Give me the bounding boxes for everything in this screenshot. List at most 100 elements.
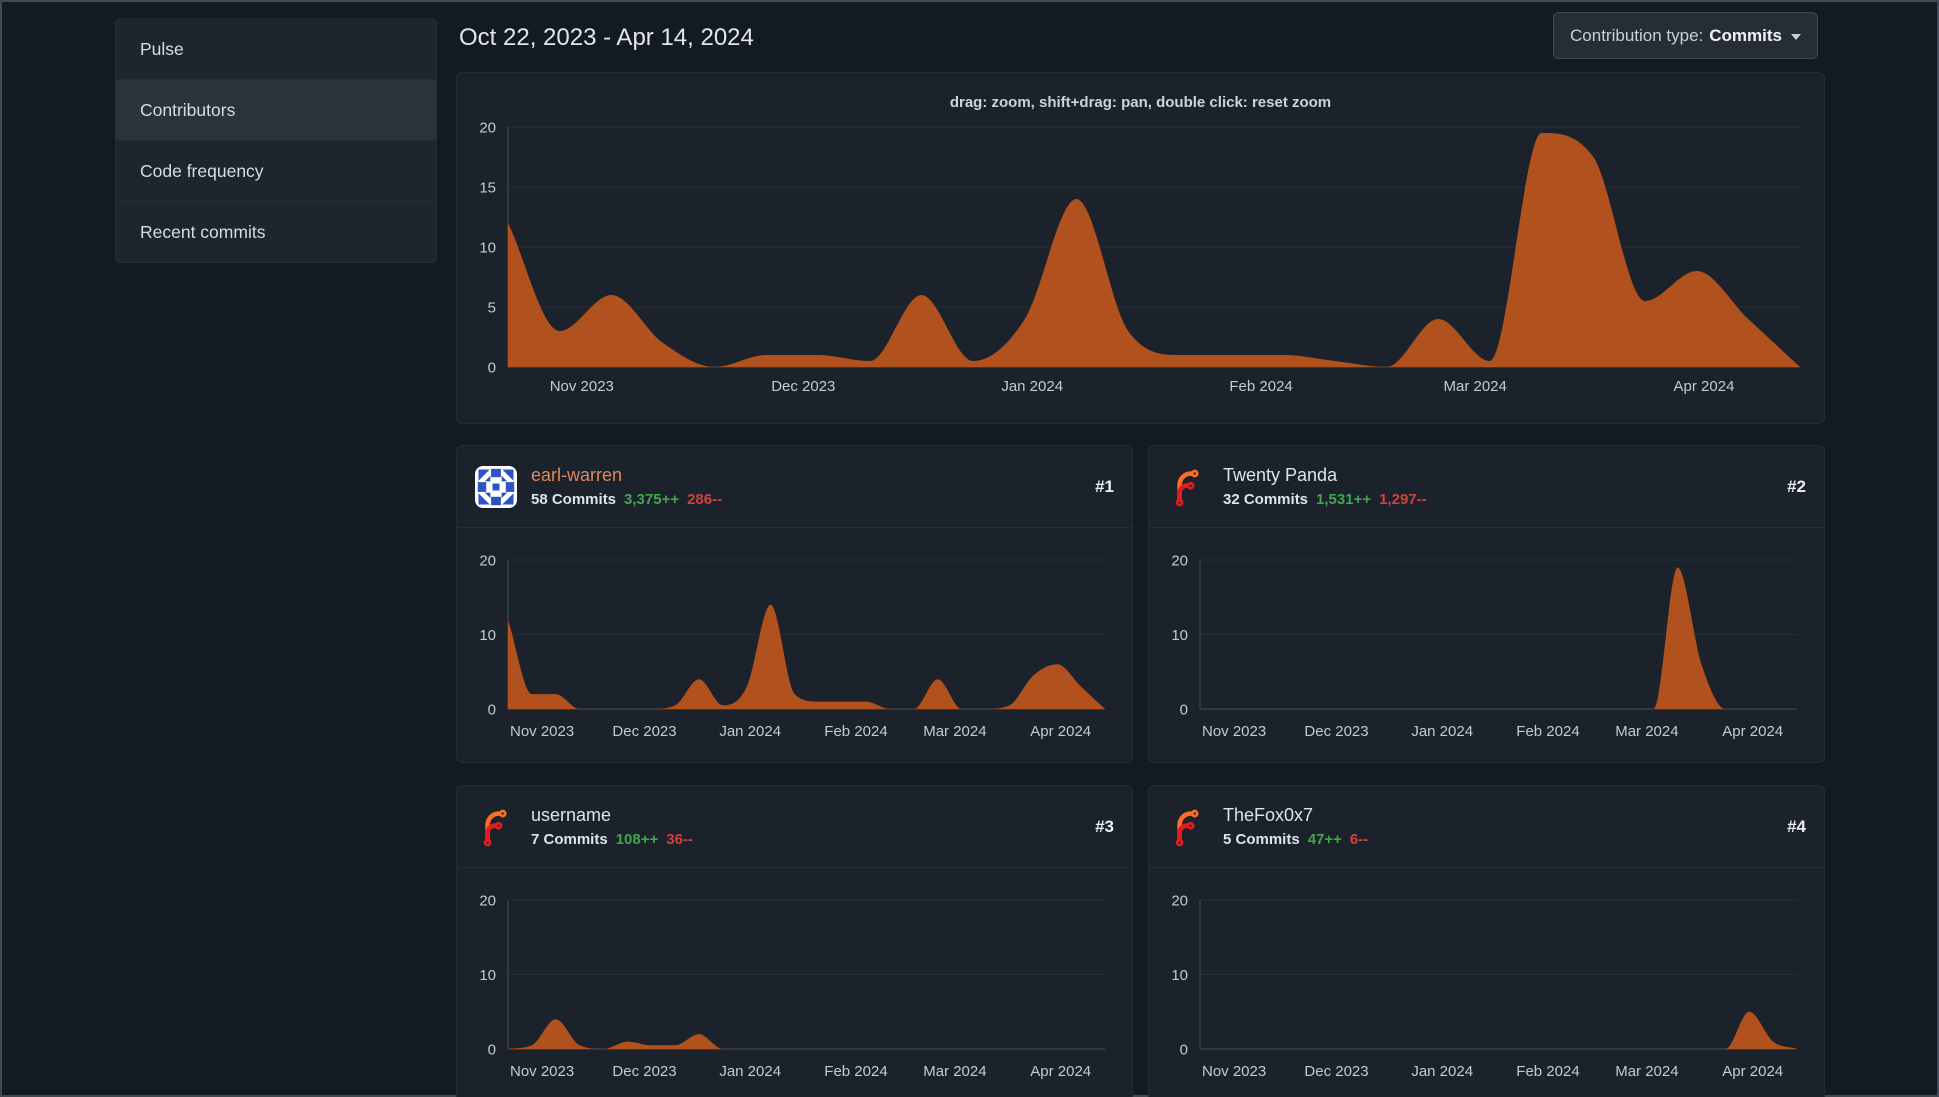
- sidebar-item-recent-commits[interactable]: Recent commits: [116, 201, 436, 262]
- svg-text:Feb 2024: Feb 2024: [824, 723, 887, 740]
- commit-count: 7 Commits: [531, 830, 608, 848]
- contributor-card-header: Twenty Panda 32 Commits 1,531++ 1,297-- …: [1149, 446, 1824, 528]
- svg-text:0: 0: [488, 701, 496, 718]
- contributor-info: Twenty Panda 32 Commits 1,531++ 1,297--: [1223, 465, 1773, 508]
- commit-count: 58 Commits: [531, 490, 617, 508]
- svg-text:Dec 2023: Dec 2023: [612, 1063, 676, 1080]
- rank-badge: #2: [1787, 476, 1806, 496]
- contributor-card-header: TheFox0x7 5 Commits 47++ 6-- #4: [1149, 786, 1824, 868]
- commit-count: 5 Commits: [1223, 830, 1300, 848]
- svg-text:Nov 2023: Nov 2023: [510, 1063, 574, 1080]
- svg-text:Apr 2024: Apr 2024: [1722, 1063, 1783, 1080]
- contribution-type-value: Commits: [1709, 25, 1782, 45]
- svg-text:Nov 2023: Nov 2023: [1202, 1063, 1266, 1080]
- svg-text:Mar 2024: Mar 2024: [923, 1063, 986, 1080]
- svg-text:Feb 2024: Feb 2024: [824, 1063, 887, 1080]
- contributors-page: Pulse Contributors Code frequency Recent…: [0, 0, 1939, 1097]
- svg-text:Feb 2024: Feb 2024: [1516, 723, 1579, 740]
- svg-text:Mar 2024: Mar 2024: [1444, 378, 1507, 395]
- svg-text:Feb 2024: Feb 2024: [1229, 378, 1292, 395]
- svg-text:Dec 2023: Dec 2023: [771, 378, 835, 395]
- commit-count: 32 Commits: [1223, 490, 1309, 508]
- svg-text:Apr 2024: Apr 2024: [1722, 723, 1783, 740]
- svg-text:10: 10: [479, 967, 496, 984]
- svg-text:15: 15: [479, 179, 496, 196]
- svg-text:20: 20: [479, 552, 496, 569]
- dropdown-caret-icon: [1791, 33, 1801, 45]
- svg-text:10: 10: [1171, 627, 1188, 644]
- contributor-name: username: [531, 805, 612, 826]
- contributor-chart[interactable]: 0 10 20 Nov 2023 Dec 2023 Jan 2024 Feb 2024 Mar…: [1149, 868, 1826, 1097]
- svg-text:20: 20: [1171, 892, 1188, 909]
- svg-text:Jan 2024: Jan 2024: [719, 1063, 781, 1080]
- svg-text:10: 10: [479, 627, 496, 644]
- svg-text:20: 20: [479, 892, 496, 909]
- svg-text:Dec 2023: Dec 2023: [1304, 1063, 1368, 1080]
- forgejo-logo-avatar: [1175, 469, 1199, 506]
- contribution-type-label: Contribution type:: [1570, 25, 1704, 45]
- contribution-type-dropdown[interactable]: Contribution type: Commits: [1553, 12, 1818, 59]
- svg-text:Apr 2024: Apr 2024: [1030, 723, 1091, 740]
- svg-text:Nov 2023: Nov 2023: [550, 378, 614, 395]
- svg-text:Mar 2024: Mar 2024: [923, 723, 986, 740]
- additions-count: 3,375++: [624, 490, 680, 508]
- svg-text:Dec 2023: Dec 2023: [1304, 723, 1368, 740]
- contributor-card-header: earl-warren 58 Commits 3,375++ 286-- #1: [457, 446, 1132, 528]
- date-range-title: Oct 22, 2023 - Apr 14, 2024: [459, 24, 754, 51]
- additions-count: 47++: [1307, 830, 1342, 848]
- contributions-overall-chart[interactable]: 0 5 10 15 20 Nov 2023 Dec 2023 Jan 2024 Feb 2024…: [457, 73, 1826, 425]
- contributor-card: Twenty Panda 32 Commits 1,531++ 1,297-- …: [1148, 445, 1825, 763]
- deletions-count: 1,297--: [1379, 490, 1427, 508]
- contributor-chart[interactable]: 0 10 20 Nov 2023 Dec 2023 Jan 2024 Feb 2024 Mar…: [1149, 528, 1826, 764]
- svg-text:Dec 2023: Dec 2023: [612, 723, 676, 740]
- svg-text:20: 20: [479, 119, 496, 136]
- svg-text:Jan 2024: Jan 2024: [1411, 1063, 1473, 1080]
- svg-text:Jan 2024: Jan 2024: [1001, 378, 1063, 395]
- deletions-count: 286--: [687, 490, 723, 508]
- svg-text:Apr 2024: Apr 2024: [1674, 378, 1735, 395]
- sidebar-item-code-frequency[interactable]: Code frequency: [116, 140, 436, 201]
- sidebar-item-contributors[interactable]: Contributors: [116, 79, 436, 140]
- contributor-card-header: username 7 Commits 108++ 36-- #3: [457, 786, 1132, 868]
- svg-text:10: 10: [479, 239, 496, 256]
- svg-text:0: 0: [1180, 701, 1188, 718]
- svg-text:0: 0: [1180, 1041, 1188, 1058]
- rank-badge: #3: [1095, 816, 1114, 836]
- contributor-chart[interactable]: 0 10 20 Nov 2023 Dec 2023 Jan 2024 Feb 2024 Mar…: [457, 868, 1134, 1097]
- contributor-stats: 5 Commits 47++ 6--: [1223, 831, 1773, 848]
- contributor-chart[interactable]: 0 10 20 Nov 2023 Dec 2023 Jan 2024 Feb 2024 Mar…: [457, 528, 1134, 764]
- contributor-stats: 58 Commits 3,375++ 286--: [531, 491, 1081, 508]
- sidebar-item-pulse[interactable]: Pulse: [116, 19, 436, 79]
- identicon-avatar: [475, 465, 517, 508]
- svg-text:5: 5: [488, 299, 496, 316]
- rank-badge: #1: [1095, 476, 1114, 496]
- additions-count: 108++: [615, 830, 659, 848]
- rank-badge: #4: [1787, 816, 1806, 836]
- contributor-stats: 32 Commits 1,531++ 1,297--: [1223, 491, 1773, 508]
- svg-text:10: 10: [1171, 967, 1188, 984]
- svg-text:Nov 2023: Nov 2023: [1202, 723, 1266, 740]
- svg-text:20: 20: [1171, 552, 1188, 569]
- contributor-stats: 7 Commits 108++ 36--: [531, 831, 1081, 848]
- svg-text:Mar 2024: Mar 2024: [1615, 723, 1678, 740]
- main-chart-card: drag: zoom, shift+drag: pan, double clic…: [456, 72, 1825, 424]
- contributor-name-link[interactable]: earl-warren: [531, 465, 1081, 487]
- svg-text:Feb 2024: Feb 2024: [1516, 1063, 1579, 1080]
- contributor-name: TheFox0x7: [1223, 805, 1314, 826]
- svg-text:Apr 2024: Apr 2024: [1030, 1063, 1091, 1080]
- forgejo-logo-avatar: [1175, 809, 1199, 846]
- contributor-info: earl-warren 58 Commits 3,375++ 286--: [531, 465, 1081, 508]
- contributor-card: username 7 Commits 108++ 36-- #3 0 10 20 No…: [456, 785, 1133, 1097]
- svg-text:Nov 2023: Nov 2023: [510, 723, 574, 740]
- activity-nav: Pulse Contributors Code frequency Recent…: [115, 18, 437, 263]
- forgejo-logo-avatar: [483, 809, 507, 846]
- deletions-count: 36--: [666, 830, 693, 848]
- svg-text:0: 0: [488, 359, 496, 376]
- svg-text:Jan 2024: Jan 2024: [719, 723, 781, 740]
- contributor-card: earl-warren 58 Commits 3,375++ 286-- #1 …: [456, 445, 1133, 763]
- svg-text:Mar 2024: Mar 2024: [1615, 1063, 1678, 1080]
- contributor-info: username 7 Commits 108++ 36--: [531, 805, 1081, 848]
- svg-text:Jan 2024: Jan 2024: [1411, 723, 1473, 740]
- deletions-count: 6--: [1349, 830, 1369, 848]
- contributor-card: TheFox0x7 5 Commits 47++ 6-- #4 0 10 20 Nov…: [1148, 785, 1825, 1097]
